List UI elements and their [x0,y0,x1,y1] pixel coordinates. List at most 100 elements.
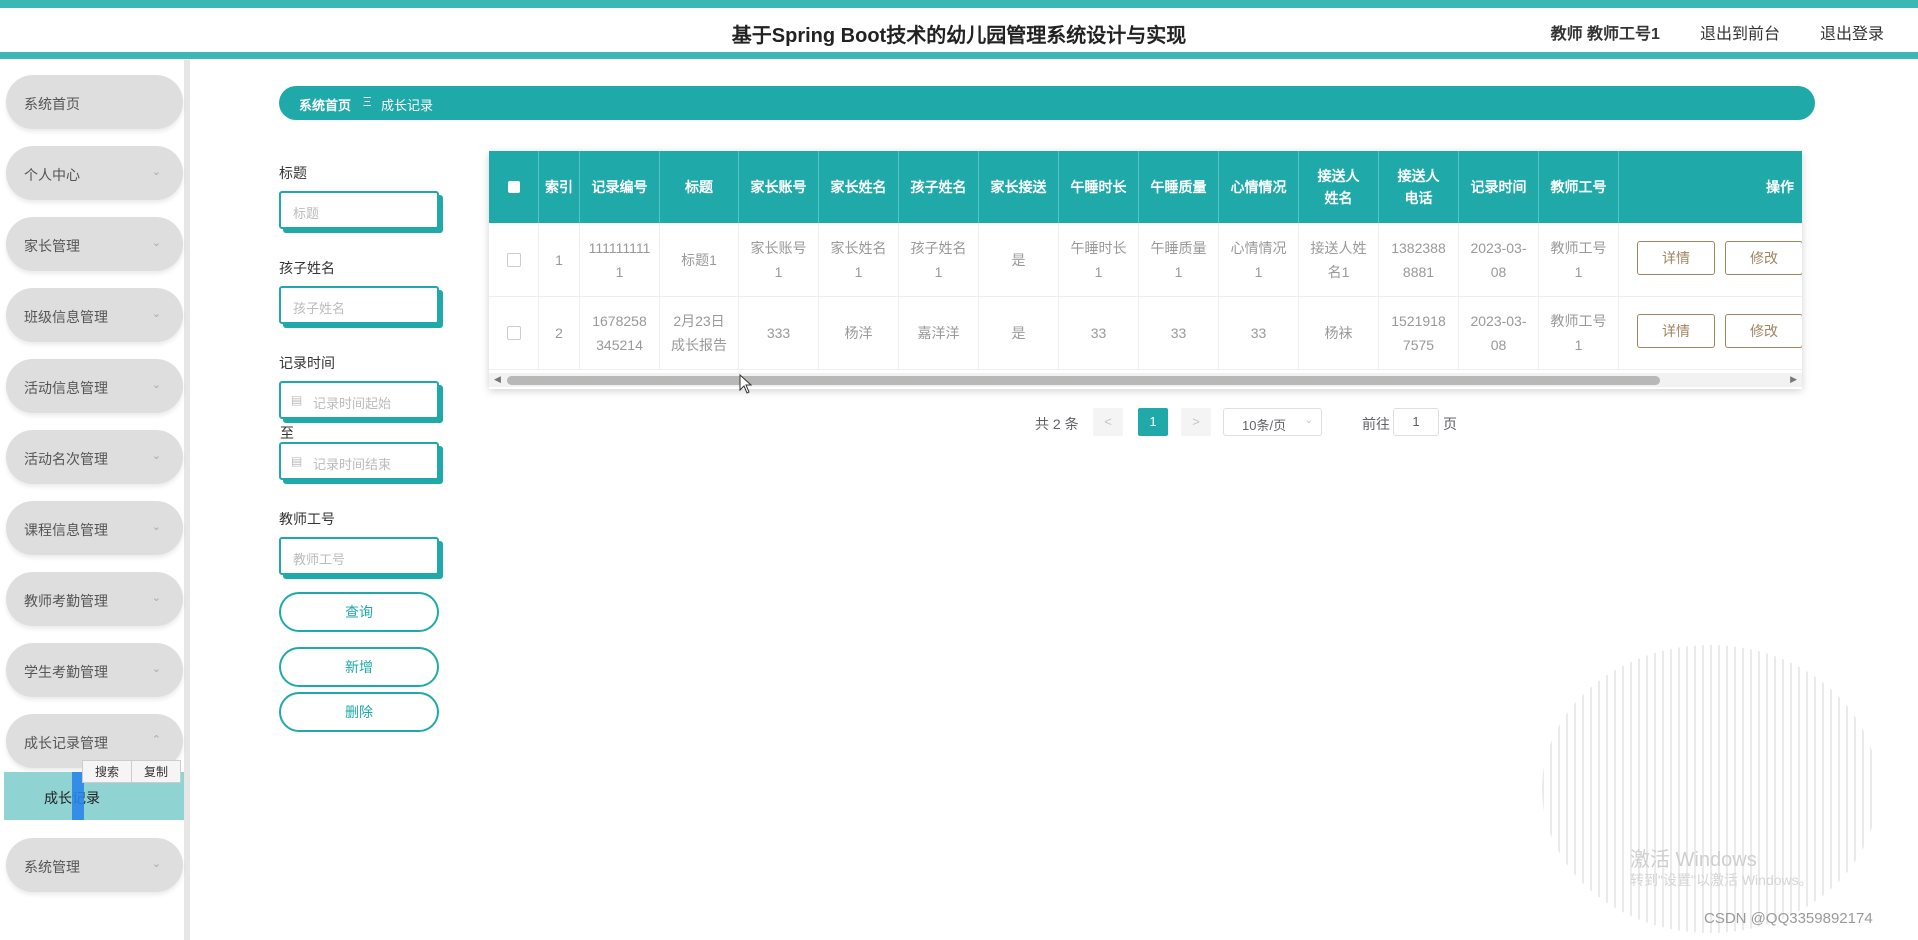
column-header[interactable]: 接送人电话 [1379,151,1459,223]
teacher-id-placeholder: 教师工号 [293,552,346,567]
title-filter-label: 标题 [279,165,307,181]
table-cell: 2023-03-08 [1459,296,1539,369]
table-cell: 2月23日成长报告 [660,296,739,369]
horizontal-scrollbar[interactable]: ◀ ▶ [489,373,1802,387]
chevron-down-icon: ⌄ [151,521,161,533]
sidebar-item-label: 课程信息管理 [24,522,108,538]
child-name-filter-input[interactable]: 孩子姓名 [279,286,439,324]
title-filter-input[interactable]: 标题 [279,191,439,229]
sidebar-item-home[interactable]: 系统首页 [6,75,183,129]
teacher-id-filter-input[interactable]: 教师工号 [279,537,439,575]
column-header[interactable]: 记录时间 [1459,151,1539,223]
table-header: 索引 记录编号 标题 家长账号 家长姓名 孩子姓名 家长接送 午睡时长 午睡质量… [489,151,1802,223]
cell-text: 15219187575 [1391,312,1446,353]
sidebar-item-activity-rank[interactable]: 活动名次管理 ⌄ [6,430,183,484]
column-header[interactable]: 孩子姓名 [899,151,979,223]
table-cell: 嘉洋洋 [899,296,979,369]
column-header[interactable]: 接送人姓名 [1299,151,1379,223]
column-header[interactable]: 心情情况 [1219,151,1299,223]
sidebar-item-course-info[interactable]: 课程信息管理 ⌄ [6,501,183,555]
record-time-end-input[interactable]: ▤ 记录时间结束 [279,442,439,480]
column-header[interactable]: 教师工号 [1539,151,1619,223]
edit-button[interactable]: 修改 [1725,314,1802,348]
context-copy-option[interactable]: 复制 [132,761,180,782]
chevron-down-icon: ⌄ [151,592,161,604]
record-time-start-placeholder: 记录时间起始 [313,396,392,411]
cell-text: 教师工号1 [1550,239,1607,280]
row-checkbox[interactable] [506,325,521,340]
prev-page-button[interactable]: < [1093,408,1123,436]
logout-link[interactable]: 退出登录 [1820,20,1884,44]
cell-text: 2023-03-08 [1470,239,1527,280]
sidebar-item-parents[interactable]: 家长管理 ⌄ [6,217,183,271]
cell-text: 家长账号1 [750,239,807,280]
chevron-down-icon: ⌄ [151,663,161,675]
sidebar-item-activity-info[interactable]: 活动信息管理 ⌄ [6,359,183,413]
page-number-button[interactable]: 1 [1138,408,1168,436]
breadcrumb-home[interactable]: 系统首页 [299,95,351,114]
select-all-cell [489,151,539,223]
column-header[interactable]: 索引 [539,151,580,223]
actions-cell: 详情 修改 [1619,296,1802,369]
sidebar-item-class-info[interactable]: 班级信息管理 ⌄ [6,288,183,342]
chevron-down-icon: ⌄ [151,166,161,178]
delete-button[interactable]: 删除 [279,692,439,732]
record-time-start-input[interactable]: ▤ 记录时间起始 [279,381,439,419]
page-size-select[interactable]: 10条/页 ⌄ [1223,408,1322,436]
page-suffix-label: 页 [1443,416,1457,432]
chevron-down-icon: ⌄ [151,858,161,870]
table-cell: 心情情况1 [1219,223,1299,296]
table-cell: 是 [979,296,1059,369]
sidebar-item-label: 活动信息管理 [24,380,108,396]
header-top-stripe [0,0,1918,8]
column-header[interactable]: 家长接送 [979,151,1059,223]
cell-text: 1678258345214 [592,312,647,353]
column-header[interactable]: 家长账号 [739,151,819,223]
table-cell: 是 [979,223,1059,296]
column-header[interactable]: 标题 [660,151,739,223]
table-cell: 接送人姓名1 [1299,223,1379,296]
cell-text: 2023-03-08 [1470,312,1527,353]
table-cell: 33 [1219,296,1299,369]
scroll-left-icon[interactable]: ◀ [494,374,501,385]
windows-activation-hint: 转到"设置"以激活 Windows。 [1630,872,1813,888]
column-header-actions: 操作 [1766,179,1794,195]
table-row[interactable]: 1 1111111111 标题1 家长账号1 家长姓名1 孩子姓名1 是 午睡时… [489,223,1802,297]
goto-page-input[interactable]: 1 [1393,408,1439,436]
scroll-right-icon[interactable]: ▶ [1790,374,1797,385]
context-search-option[interactable]: 搜索 [83,761,133,782]
title-filter-placeholder: 标题 [293,206,320,221]
sidebar-item-system[interactable]: 系统管理 ⌄ [6,838,183,892]
windows-activation-watermark: 激活 Windows [1630,849,1757,871]
column-header[interactable]: 午睡时长 [1059,151,1139,223]
cell-text: 接送人姓名1 [1310,239,1367,280]
exit-to-front-link[interactable]: 退出到前台 [1700,20,1780,44]
chevron-down-icon: ⌄ [151,237,161,249]
sidebar-item-student-attendance[interactable]: 学生考勤管理 ⌄ [6,643,183,697]
row-checkbox[interactable] [506,252,521,267]
table-cell: 家长姓名1 [819,223,899,296]
sidebar-item-label: 成长记录管理 [24,735,108,751]
column-header[interactable]: 家长姓名 [819,151,899,223]
table-row[interactable]: 2 1678258345214 2月23日成长报告 333 杨洋 嘉洋洋 是 3… [489,296,1802,370]
chevron-down-icon: ⌄ [1304,415,1313,426]
column-header[interactable]: 记录编号 [580,151,660,223]
cell-text: 2月23日成长报告 [671,312,727,353]
sidebar-item-personal-center[interactable]: 个人中心 ⌄ [6,146,183,200]
goto-label: 前往 [1362,416,1390,432]
page-size-value: 10条/页 [1242,418,1287,433]
add-button[interactable]: 新增 [279,647,439,687]
detail-button[interactable]: 详情 [1637,314,1715,348]
table-cell: 午睡时长1 [1059,223,1139,296]
select-all-checkbox[interactable] [507,181,520,193]
scrollbar-thumb[interactable] [507,376,1660,385]
table-cell: 13823888881 [1379,223,1459,296]
detail-button[interactable]: 详情 [1637,241,1715,275]
sidebar-item-teacher-attendance[interactable]: 教师考勤管理 ⌄ [6,572,183,626]
row-select-cell [489,223,539,296]
next-page-button[interactable]: > [1181,408,1211,436]
sidebar-item-label: 教师考勤管理 [24,593,108,609]
column-header[interactable]: 午睡质量 [1139,151,1219,223]
query-button[interactable]: 查询 [279,592,439,632]
edit-button[interactable]: 修改 [1725,241,1802,275]
